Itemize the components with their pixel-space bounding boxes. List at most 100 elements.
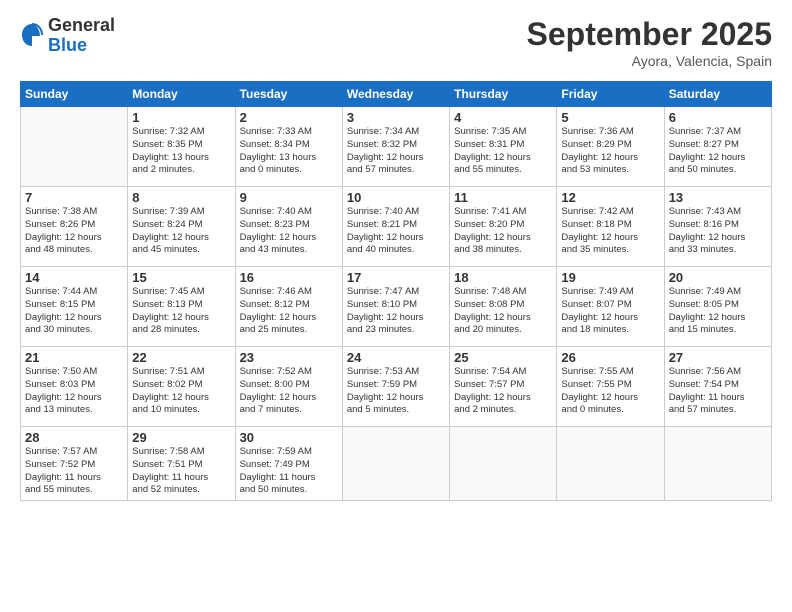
cell-date: 11 — [454, 190, 552, 205]
table-row: 20Sunrise: 7:49 AMSunset: 8:05 PMDayligh… — [664, 267, 771, 347]
cell-info: Sunrise: 7:40 AMSunset: 8:23 PMDaylight:… — [240, 206, 338, 257]
table-row: 24Sunrise: 7:53 AMSunset: 7:59 PMDayligh… — [342, 347, 449, 427]
cell-info: Sunrise: 7:41 AMSunset: 8:20 PMDaylight:… — [454, 206, 552, 257]
table-row — [557, 427, 664, 501]
cell-info: Sunrise: 7:40 AMSunset: 8:21 PMDaylight:… — [347, 206, 445, 257]
table-row: 9Sunrise: 7:40 AMSunset: 8:23 PMDaylight… — [235, 187, 342, 267]
logo-general-text: General — [48, 16, 115, 36]
cell-date: 21 — [25, 350, 123, 365]
table-row — [664, 427, 771, 501]
cell-info: Sunrise: 7:34 AMSunset: 8:32 PMDaylight:… — [347, 126, 445, 177]
cell-date: 12 — [561, 190, 659, 205]
cell-date: 26 — [561, 350, 659, 365]
cell-info: Sunrise: 7:50 AMSunset: 8:03 PMDaylight:… — [25, 366, 123, 417]
cell-info: Sunrise: 7:39 AMSunset: 8:24 PMDaylight:… — [132, 206, 230, 257]
cell-date: 17 — [347, 270, 445, 285]
cell-info: Sunrise: 7:43 AMSunset: 8:16 PMDaylight:… — [669, 206, 767, 257]
cell-date: 20 — [669, 270, 767, 285]
table-row: 8Sunrise: 7:39 AMSunset: 8:24 PMDaylight… — [128, 187, 235, 267]
cell-info: Sunrise: 7:47 AMSunset: 8:10 PMDaylight:… — [347, 286, 445, 337]
cell-info: Sunrise: 7:38 AMSunset: 8:26 PMDaylight:… — [25, 206, 123, 257]
calendar: Sunday Monday Tuesday Wednesday Thursday… — [20, 81, 772, 501]
cell-date: 29 — [132, 430, 230, 445]
cell-info: Sunrise: 7:49 AMSunset: 8:07 PMDaylight:… — [561, 286, 659, 337]
cell-date: 22 — [132, 350, 230, 365]
table-row: 10Sunrise: 7:40 AMSunset: 8:21 PMDayligh… — [342, 187, 449, 267]
table-row: 25Sunrise: 7:54 AMSunset: 7:57 PMDayligh… — [450, 347, 557, 427]
cell-info: Sunrise: 7:45 AMSunset: 8:13 PMDaylight:… — [132, 286, 230, 337]
table-row: 21Sunrise: 7:50 AMSunset: 8:03 PMDayligh… — [21, 347, 128, 427]
table-row: 4Sunrise: 7:35 AMSunset: 8:31 PMDaylight… — [450, 107, 557, 187]
cell-info: Sunrise: 7:33 AMSunset: 8:34 PMDaylight:… — [240, 126, 338, 177]
cell-date: 13 — [669, 190, 767, 205]
header-thursday: Thursday — [450, 82, 557, 107]
cell-date: 1 — [132, 110, 230, 125]
cell-date: 4 — [454, 110, 552, 125]
cell-date: 2 — [240, 110, 338, 125]
cell-info: Sunrise: 7:48 AMSunset: 8:08 PMDaylight:… — [454, 286, 552, 337]
table-row: 22Sunrise: 7:51 AMSunset: 8:02 PMDayligh… — [128, 347, 235, 427]
table-row: 27Sunrise: 7:56 AMSunset: 7:54 PMDayligh… — [664, 347, 771, 427]
title-block: September 2025 Ayora, Valencia, Spain — [527, 16, 772, 69]
cell-date: 9 — [240, 190, 338, 205]
table-row: 19Sunrise: 7:49 AMSunset: 8:07 PMDayligh… — [557, 267, 664, 347]
cell-date: 6 — [669, 110, 767, 125]
table-row: 26Sunrise: 7:55 AMSunset: 7:55 PMDayligh… — [557, 347, 664, 427]
cell-date: 19 — [561, 270, 659, 285]
table-row: 30Sunrise: 7:59 AMSunset: 7:49 PMDayligh… — [235, 427, 342, 501]
header-tuesday: Tuesday — [235, 82, 342, 107]
table-row — [342, 427, 449, 501]
cell-info: Sunrise: 7:59 AMSunset: 7:49 PMDaylight:… — [240, 446, 338, 497]
table-row: 18Sunrise: 7:48 AMSunset: 8:08 PMDayligh… — [450, 267, 557, 347]
cell-date: 14 — [25, 270, 123, 285]
logo-blue-text: Blue — [48, 36, 115, 56]
cell-info: Sunrise: 7:36 AMSunset: 8:29 PMDaylight:… — [561, 126, 659, 177]
table-row — [450, 427, 557, 501]
table-row: 28Sunrise: 7:57 AMSunset: 7:52 PMDayligh… — [21, 427, 128, 501]
table-row: 7Sunrise: 7:38 AMSunset: 8:26 PMDaylight… — [21, 187, 128, 267]
cell-info: Sunrise: 7:35 AMSunset: 8:31 PMDaylight:… — [454, 126, 552, 177]
cell-info: Sunrise: 7:49 AMSunset: 8:05 PMDaylight:… — [669, 286, 767, 337]
cell-date: 15 — [132, 270, 230, 285]
cell-date: 28 — [25, 430, 123, 445]
table-row — [21, 107, 128, 187]
cell-info: Sunrise: 7:53 AMSunset: 7:59 PMDaylight:… — [347, 366, 445, 417]
table-row: 1Sunrise: 7:32 AMSunset: 8:35 PMDaylight… — [128, 107, 235, 187]
cell-info: Sunrise: 7:58 AMSunset: 7:51 PMDaylight:… — [132, 446, 230, 497]
header: General Blue September 2025 Ayora, Valen… — [20, 16, 772, 69]
cell-date: 24 — [347, 350, 445, 365]
table-row: 3Sunrise: 7:34 AMSunset: 8:32 PMDaylight… — [342, 107, 449, 187]
table-row: 11Sunrise: 7:41 AMSunset: 8:20 PMDayligh… — [450, 187, 557, 267]
cell-date: 5 — [561, 110, 659, 125]
cell-info: Sunrise: 7:32 AMSunset: 8:35 PMDaylight:… — [132, 126, 230, 177]
header-sunday: Sunday — [21, 82, 128, 107]
table-row: 15Sunrise: 7:45 AMSunset: 8:13 PMDayligh… — [128, 267, 235, 347]
logo: General Blue — [20, 16, 115, 56]
logo-icon — [20, 22, 44, 50]
header-wednesday: Wednesday — [342, 82, 449, 107]
location-subtitle: Ayora, Valencia, Spain — [527, 53, 772, 69]
cell-date: 8 — [132, 190, 230, 205]
cell-date: 10 — [347, 190, 445, 205]
table-row: 6Sunrise: 7:37 AMSunset: 8:27 PMDaylight… — [664, 107, 771, 187]
table-row: 16Sunrise: 7:46 AMSunset: 8:12 PMDayligh… — [235, 267, 342, 347]
cell-info: Sunrise: 7:56 AMSunset: 7:54 PMDaylight:… — [669, 366, 767, 417]
header-saturday: Saturday — [664, 82, 771, 107]
cell-date: 23 — [240, 350, 338, 365]
header-friday: Friday — [557, 82, 664, 107]
table-row: 23Sunrise: 7:52 AMSunset: 8:00 PMDayligh… — [235, 347, 342, 427]
cell-date: 18 — [454, 270, 552, 285]
cell-info: Sunrise: 7:55 AMSunset: 7:55 PMDaylight:… — [561, 366, 659, 417]
cell-info: Sunrise: 7:42 AMSunset: 8:18 PMDaylight:… — [561, 206, 659, 257]
cell-date: 27 — [669, 350, 767, 365]
cell-info: Sunrise: 7:46 AMSunset: 8:12 PMDaylight:… — [240, 286, 338, 337]
cell-info: Sunrise: 7:44 AMSunset: 8:15 PMDaylight:… — [25, 286, 123, 337]
month-title: September 2025 — [527, 16, 772, 53]
table-row: 5Sunrise: 7:36 AMSunset: 8:29 PMDaylight… — [557, 107, 664, 187]
table-row: 13Sunrise: 7:43 AMSunset: 8:16 PMDayligh… — [664, 187, 771, 267]
table-row: 2Sunrise: 7:33 AMSunset: 8:34 PMDaylight… — [235, 107, 342, 187]
table-row: 14Sunrise: 7:44 AMSunset: 8:15 PMDayligh… — [21, 267, 128, 347]
cell-date: 3 — [347, 110, 445, 125]
cell-info: Sunrise: 7:37 AMSunset: 8:27 PMDaylight:… — [669, 126, 767, 177]
cell-date: 25 — [454, 350, 552, 365]
